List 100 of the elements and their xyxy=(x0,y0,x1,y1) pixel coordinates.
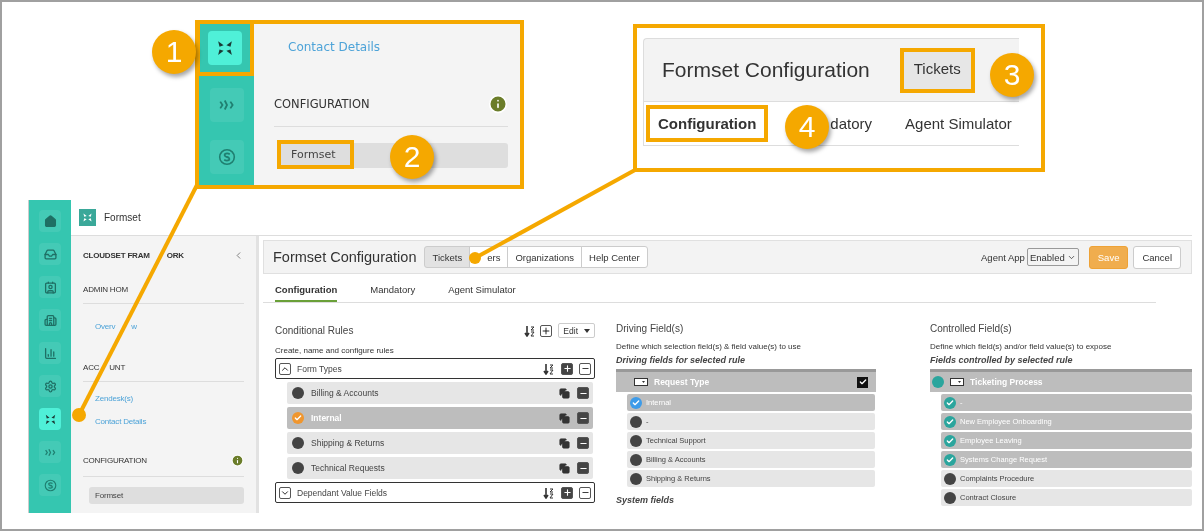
sort-az-icon[interactable] xyxy=(543,362,555,375)
nav-section-title: CONFIGURATION xyxy=(83,456,147,465)
sub-tab[interactable]: Configuration xyxy=(646,105,769,142)
caret-icon[interactable] xyxy=(584,328,590,333)
sub-tab[interactable]: datory xyxy=(826,105,877,142)
agent-app-label: Agent App xyxy=(981,251,1025,263)
checked-circle-icon[interactable] xyxy=(944,396,956,409)
unchecked-circle-icon[interactable] xyxy=(630,472,642,485)
sub-tab[interactable]: Agent Simulator xyxy=(901,105,1016,142)
inbox-icon xyxy=(43,247,57,261)
checked-circle-icon[interactable] xyxy=(292,412,304,424)
app-title: Formset xyxy=(104,212,141,223)
sub-tab[interactable]: Agent Simulator xyxy=(448,284,516,302)
section-subtitle: Driving fields for selected rule xyxy=(616,355,747,367)
collapse-icon[interactable] xyxy=(279,362,291,375)
checked-circle-icon[interactable] xyxy=(944,415,956,428)
nav-section-title: ACC UNT xyxy=(83,363,126,372)
page-title: Formset Configuration xyxy=(662,58,870,82)
nav-heading: CLOUDSET FRAM ORK xyxy=(83,251,184,260)
remove-icon[interactable] xyxy=(579,486,591,499)
app-icon[interactable] xyxy=(39,243,61,265)
section-title: Driving Field(s) xyxy=(616,323,685,334)
building-icon xyxy=(43,313,57,327)
section-hint: Define which selection field(s) & field value(s) to use xyxy=(616,342,802,351)
copy-icon[interactable] xyxy=(559,387,570,399)
nav-section-title: ADMIN HOM xyxy=(83,285,128,294)
s-chat-icon xyxy=(43,478,57,492)
s-chat-icon xyxy=(217,148,236,166)
contact-card-icon xyxy=(43,280,57,294)
nav-section-title: CONFIGURATION xyxy=(274,97,370,111)
rule-group[interactable]: Form Types xyxy=(275,358,595,379)
rule-item-label: Billing & Accounts xyxy=(311,388,380,398)
bar-chart-icon xyxy=(43,346,57,360)
selected-app-icon[interactable] xyxy=(208,31,242,65)
unchecked-circle-icon[interactable] xyxy=(292,462,304,474)
rule-item[interactable]: Shipping & Returns xyxy=(287,432,593,454)
app-icon[interactable] xyxy=(39,309,61,331)
info-icon[interactable] xyxy=(231,454,244,467)
field-checkbox[interactable] xyxy=(857,376,868,388)
page-title: Formset Configuration xyxy=(273,249,417,265)
status-dot[interactable] xyxy=(932,376,944,388)
tab[interactable]: Tickets xyxy=(424,246,471,268)
add-icon[interactable] xyxy=(561,486,573,499)
rule-item-label: Technical Requests xyxy=(311,463,386,473)
unchecked-circle-icon[interactable] xyxy=(944,491,956,504)
dropdown-field-icon xyxy=(950,378,964,386)
settings-icon xyxy=(43,379,57,393)
tab[interactable]: Help Center xyxy=(581,246,648,268)
unchecked-circle-icon[interactable] xyxy=(630,453,642,466)
checked-circle-icon[interactable] xyxy=(630,396,642,409)
copy-icon[interactable] xyxy=(559,437,570,449)
unchecked-circle-icon[interactable] xyxy=(630,434,642,447)
remove-icon[interactable] xyxy=(577,437,589,449)
section-hint: Create, name and configure rules xyxy=(275,346,395,355)
add-icon[interactable] xyxy=(561,362,573,375)
sub-tab[interactable]: Mandatory xyxy=(370,284,416,302)
rule-group-label: Form Types xyxy=(297,363,343,374)
remove-icon[interactable] xyxy=(579,362,591,375)
rule-item-label: Internal xyxy=(311,413,343,423)
add-icon[interactable] xyxy=(540,324,553,337)
unchecked-circle-icon[interactable] xyxy=(292,387,304,399)
nav-link[interactable]: Formset xyxy=(89,487,244,504)
remove-icon[interactable] xyxy=(577,387,589,399)
dropdown-field-icon xyxy=(634,378,648,386)
copy-icon[interactable] xyxy=(559,462,570,474)
section-subtitle: System fields xyxy=(616,495,676,505)
copy-icon[interactable] xyxy=(559,412,570,424)
expand-icon[interactable] xyxy=(279,486,291,499)
home-icon xyxy=(43,214,57,228)
agent-app-select[interactable]: Enabled xyxy=(1026,248,1079,266)
app-icon[interactable] xyxy=(39,375,61,397)
selected-app-icon[interactable] xyxy=(39,408,61,430)
unchecked-circle-icon[interactable] xyxy=(944,472,956,485)
nav-link[interactable]: Formset xyxy=(277,140,354,169)
app-icon[interactable] xyxy=(39,210,61,232)
sort-az-icon[interactable] xyxy=(543,486,555,499)
app-icon[interactable] xyxy=(39,276,61,298)
checked-circle-icon[interactable] xyxy=(944,453,956,466)
info-icon[interactable] xyxy=(488,94,508,114)
remove-icon[interactable] xyxy=(577,462,589,474)
section-subtitle: Fields controlled by selected rule xyxy=(930,355,1074,367)
section-title: Controlled Field(s) xyxy=(930,323,1013,334)
unchecked-circle-icon[interactable] xyxy=(292,437,304,449)
rule-item[interactable]: Billing & Accounts xyxy=(287,382,593,404)
field-name: Ticketing Process xyxy=(970,377,1044,387)
rule-item[interactable]: Technical Requests xyxy=(287,457,593,479)
rule-item-label: Shipping & Returns xyxy=(311,438,386,448)
sort-az-icon[interactable] xyxy=(524,324,537,337)
remove-icon[interactable] xyxy=(577,412,589,424)
app-icon[interactable] xyxy=(39,342,61,364)
cancel-button[interactable]: Cancel xyxy=(1133,245,1181,269)
unchecked-circle-icon[interactable] xyxy=(630,415,642,428)
tab[interactable]: Organizations xyxy=(507,246,582,268)
checked-circle-icon[interactable] xyxy=(944,434,956,447)
rule-group[interactable]: Dependant Value Fields xyxy=(275,482,595,503)
tab[interactable]: Tickets xyxy=(899,47,975,93)
edit-dropdown[interactable]: Edit xyxy=(558,323,595,338)
sub-tab[interactable]: Configuration xyxy=(275,284,338,302)
section-hint: Define which field(s) and/or field value(s) to expose xyxy=(930,342,1113,351)
callout-number: 1 xyxy=(152,30,196,74)
